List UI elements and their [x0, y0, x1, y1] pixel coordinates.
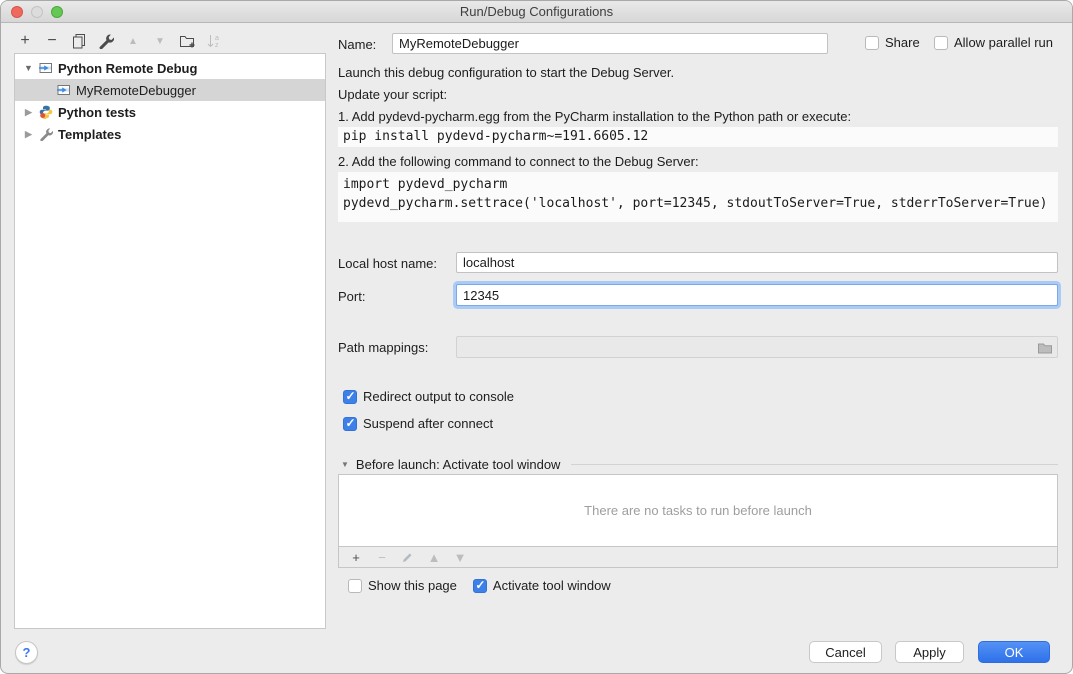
remote-debug-config-icon	[39, 61, 53, 75]
before-launch-header[interactable]: ▼ Before launch: Activate tool window	[341, 457, 1058, 472]
templates-wrench-icon	[39, 127, 53, 141]
local-host-name-label: Local host name:	[338, 256, 437, 271]
name-input[interactable]	[392, 33, 828, 54]
remove-configuration-button[interactable]: −	[43, 31, 61, 51]
step1-text: 1. Add pydevd-pycharm.egg from the PyCha…	[338, 109, 851, 124]
copy-configuration-icon[interactable]	[70, 31, 88, 51]
name-label: Name:	[338, 37, 376, 52]
show-this-page-row: Show this page	[348, 578, 457, 593]
run-debug-configurations-dialog: Run/Debug Configurations + − ▲ ▼	[0, 0, 1073, 674]
show-this-page-label: Show this page	[368, 578, 457, 593]
section-divider	[571, 464, 1058, 465]
configurations-tree: ▼ Python Remote Debug MyRe	[14, 53, 326, 629]
svg-text:z: z	[215, 42, 219, 49]
cancel-button[interactable]: Cancel	[809, 641, 882, 663]
move-down-button: ▼	[151, 31, 169, 51]
help-button[interactable]: ?	[15, 641, 38, 664]
before-launch-title: Before launch: Activate tool window	[356, 457, 561, 472]
local-host-name-input[interactable]	[456, 252, 1058, 273]
before-launch-panel: There are no tasks to run before launch …	[338, 474, 1058, 568]
tree-item-python-tests[interactable]: ▶ Python tests	[15, 101, 325, 123]
settrace-code-line2: pydevd_pycharm.settrace('localhost', por…	[343, 194, 1058, 213]
sort-configurations-icon: a z	[205, 31, 223, 51]
bottom-options-row: Show this page Activate tool window	[348, 578, 611, 593]
before-launch-task-list[interactable]: There are no tasks to run before launch	[339, 475, 1057, 546]
tree-item-label: MyRemoteDebugger	[76, 83, 196, 98]
add-task-button[interactable]: +	[349, 550, 363, 565]
activate-tool-window-label: Activate tool window	[493, 578, 611, 593]
tree-item-myremotedebugger[interactable]: MyRemoteDebugger	[15, 79, 325, 101]
expand-arrow-icon[interactable]: ▼	[23, 63, 34, 73]
move-up-button: ▲	[124, 31, 142, 51]
edit-task-pencil-icon	[401, 551, 415, 564]
tree-item-label: Python Remote Debug	[58, 61, 197, 76]
settrace-code-block: import pydevd_pycharm pydevd_pycharm.set…	[338, 172, 1058, 222]
share-label: Share	[885, 35, 920, 50]
remote-debug-config-icon	[57, 83, 71, 97]
ok-button[interactable]: OK	[978, 641, 1050, 663]
port-label: Port:	[338, 289, 365, 304]
before-launch-empty-text: There are no tasks to run before launch	[584, 503, 812, 518]
suspend-after-connect-label: Suspend after connect	[363, 416, 493, 431]
allow-parallel-run-label: Allow parallel run	[954, 35, 1053, 50]
move-task-down-button: ▼	[453, 550, 467, 565]
share-checkbox[interactable]	[865, 36, 879, 50]
add-configuration-button[interactable]: +	[16, 31, 34, 51]
redirect-output-label: Redirect output to console	[363, 389, 514, 404]
path-mappings-label: Path mappings:	[338, 340, 428, 355]
section-collapse-arrow-icon[interactable]: ▼	[341, 460, 349, 469]
intro-text: Launch this debug configuration to start…	[338, 65, 674, 80]
before-launch-toolbar: + − ▲ ▼	[339, 546, 1057, 567]
apply-button[interactable]: Apply	[895, 641, 964, 663]
path-mappings-field[interactable]	[456, 336, 1058, 358]
step2-text: 2. Add the following command to connect …	[338, 154, 699, 169]
minimize-window-button	[31, 6, 43, 18]
activate-tool-window-row: Activate tool window	[473, 578, 611, 593]
update-script-text: Update your script:	[338, 87, 447, 102]
browse-folder-icon[interactable]	[1037, 340, 1053, 356]
tree-item-python-remote-debug[interactable]: ▼ Python Remote Debug	[15, 57, 325, 79]
port-input[interactable]	[456, 284, 1058, 306]
python-tests-icon	[39, 105, 53, 119]
traffic-lights	[11, 6, 63, 18]
allow-parallel-run-checkbox[interactable]	[934, 36, 948, 50]
new-folder-icon[interactable]	[178, 31, 196, 51]
suspend-after-connect-row: Suspend after connect	[343, 416, 493, 431]
svg-text:a: a	[215, 35, 219, 42]
activate-tool-window-checkbox[interactable]	[473, 579, 487, 593]
show-this-page-checkbox[interactable]	[348, 579, 362, 593]
tree-item-templates[interactable]: ▶ Templates	[15, 123, 325, 145]
redirect-output-row: Redirect output to console	[343, 389, 514, 404]
move-task-up-button: ▲	[427, 550, 441, 565]
zoom-window-button[interactable]	[51, 6, 63, 18]
settrace-code-line1: import pydevd_pycharm	[343, 175, 1058, 194]
remove-task-button: −	[375, 550, 389, 565]
redirect-output-checkbox[interactable]	[343, 390, 357, 404]
allow-parallel-checkbox-row: Allow parallel run	[934, 35, 1053, 50]
tree-item-label: Templates	[58, 127, 121, 142]
titlebar: Run/Debug Configurations	[1, 1, 1072, 23]
window-title: Run/Debug Configurations	[460, 4, 613, 19]
share-checkbox-row: Share	[865, 35, 920, 50]
pip-install-code: pip install pydevd-pycharm~=191.6605.12	[338, 127, 1058, 147]
edit-defaults-wrench-icon[interactable]	[97, 31, 115, 51]
configurations-toolbar: + − ▲ ▼ a z	[16, 30, 223, 52]
suspend-after-connect-checkbox[interactable]	[343, 417, 357, 431]
close-window-button[interactable]	[11, 6, 23, 18]
collapse-arrow-icon[interactable]: ▶	[23, 107, 34, 118]
tree-item-label: Python tests	[58, 105, 136, 120]
collapse-arrow-icon[interactable]: ▶	[23, 129, 34, 140]
